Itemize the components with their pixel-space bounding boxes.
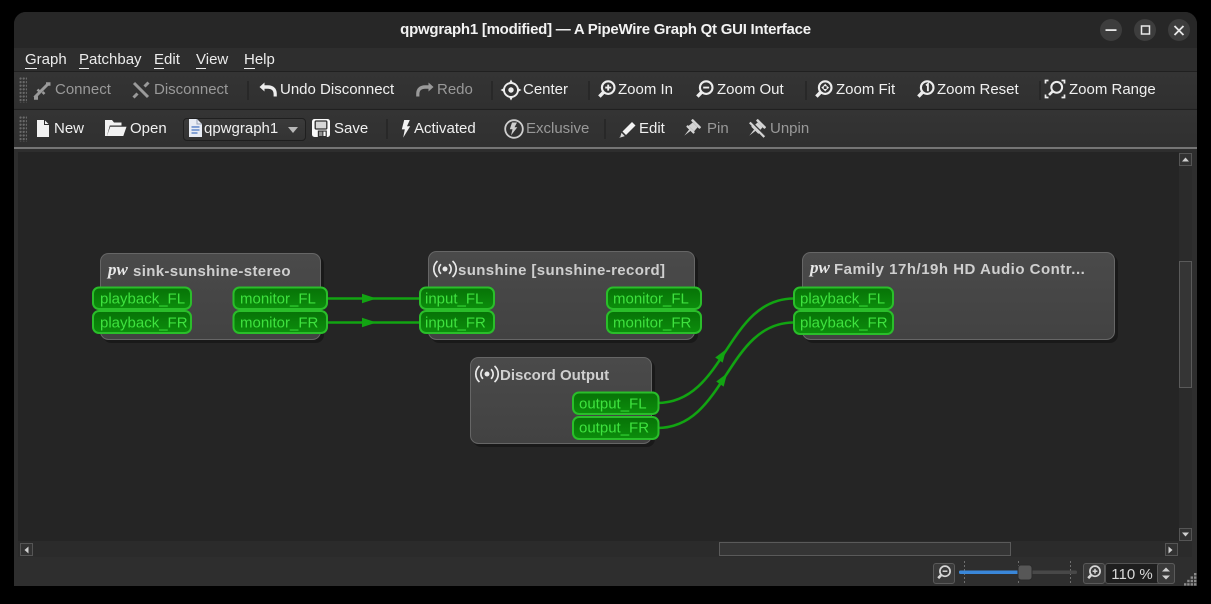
svg-text:monitor_FR: monitor_FR [613, 315, 692, 332]
svg-text:sink-sunshine-stereo: sink-sunshine-stereo [133, 263, 291, 280]
svg-text:Family 17h/19h HD Audio Contr.: Family 17h/19h HD Audio Contr... [834, 261, 1085, 278]
svg-text:Discord Output: Discord Output [500, 367, 609, 384]
svg-text:pw: pw [808, 258, 831, 277]
svg-text:input_FR: input_FR [425, 315, 486, 332]
svg-text:sunshine [sunshine-record]: sunshine [sunshine-record] [458, 262, 665, 279]
svg-text:monitor_FL: monitor_FL [613, 291, 689, 308]
svg-text:playback_FL: playback_FL [100, 291, 185, 308]
svg-text:playback_FR: playback_FR [100, 315, 188, 332]
svg-text:output_FL: output_FL [579, 396, 647, 413]
svg-text:monitor_FL: monitor_FL [240, 291, 316, 308]
svg-text:output_FR: output_FR [579, 420, 649, 437]
svg-text:input_FL: input_FL [425, 291, 483, 308]
svg-text:playback_FL: playback_FL [800, 291, 885, 308]
svg-text:playback_FR: playback_FR [800, 315, 888, 332]
svg-text:monitor_FR: monitor_FR [240, 315, 319, 332]
svg-text:pw: pw [106, 260, 129, 279]
